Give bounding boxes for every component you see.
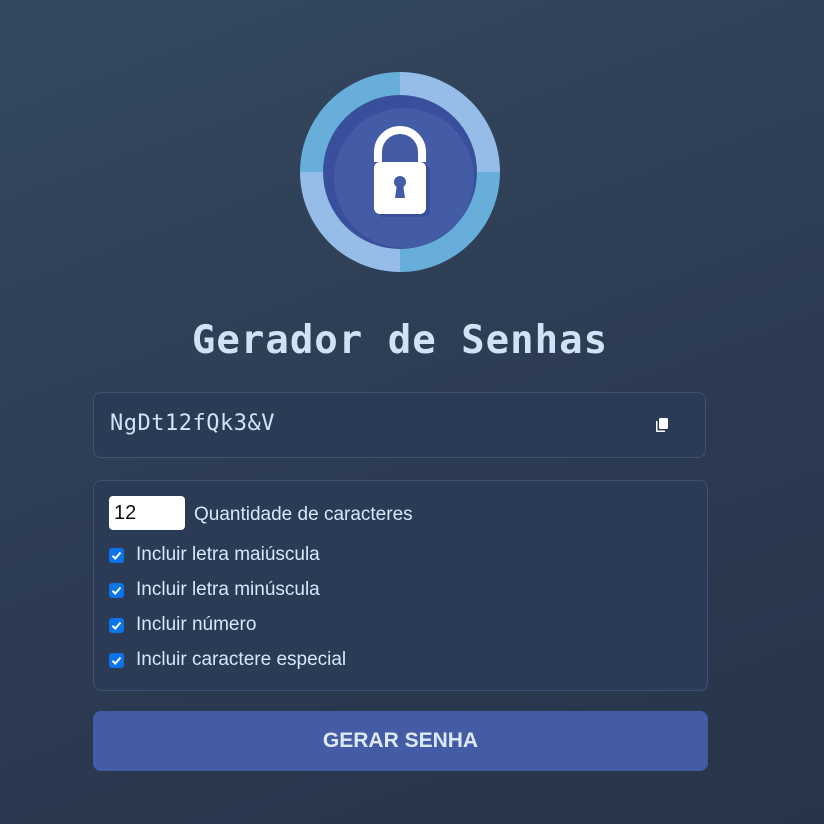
option-lowercase[interactable]: Incluir letra minúscula <box>109 579 320 601</box>
copy-button[interactable] <box>650 413 674 437</box>
page-title: Gerador de Senhas <box>191 318 609 363</box>
option-uppercase[interactable]: Incluir letra maiúscula <box>109 544 320 566</box>
checkmark-icon <box>111 586 122 595</box>
length-input[interactable] <box>109 496 185 530</box>
checkmark-icon <box>111 621 122 630</box>
checkmark-icon <box>111 656 122 665</box>
lowercase-label: Incluir letra minúscula <box>136 579 320 600</box>
special-checkbox[interactable] <box>109 652 124 668</box>
options-panel: Quantidade de caracteres Incluir letra m… <box>93 480 708 691</box>
length-label: Quantidade de caracteres <box>194 504 413 525</box>
lowercase-checkbox[interactable] <box>109 582 124 598</box>
special-label: Incluir caractere especial <box>136 649 347 670</box>
generated-password: NgDt12fQk3&V <box>110 411 275 436</box>
uppercase-label: Incluir letra maiúscula <box>136 544 320 565</box>
generate-password-button[interactable]: GERAR SENHA <box>93 711 708 771</box>
copy-icon <box>656 418 668 432</box>
number-checkbox[interactable] <box>109 617 124 633</box>
number-label: Incluir número <box>136 614 257 635</box>
option-number[interactable]: Incluir número <box>109 614 256 636</box>
password-display: NgDt12fQk3&V <box>93 392 706 458</box>
lock-icon <box>300 72 500 272</box>
app-logo <box>300 72 500 272</box>
uppercase-checkbox[interactable] <box>109 547 124 563</box>
checkmark-icon <box>111 551 122 560</box>
option-special[interactable]: Incluir caractere especial <box>109 649 346 671</box>
